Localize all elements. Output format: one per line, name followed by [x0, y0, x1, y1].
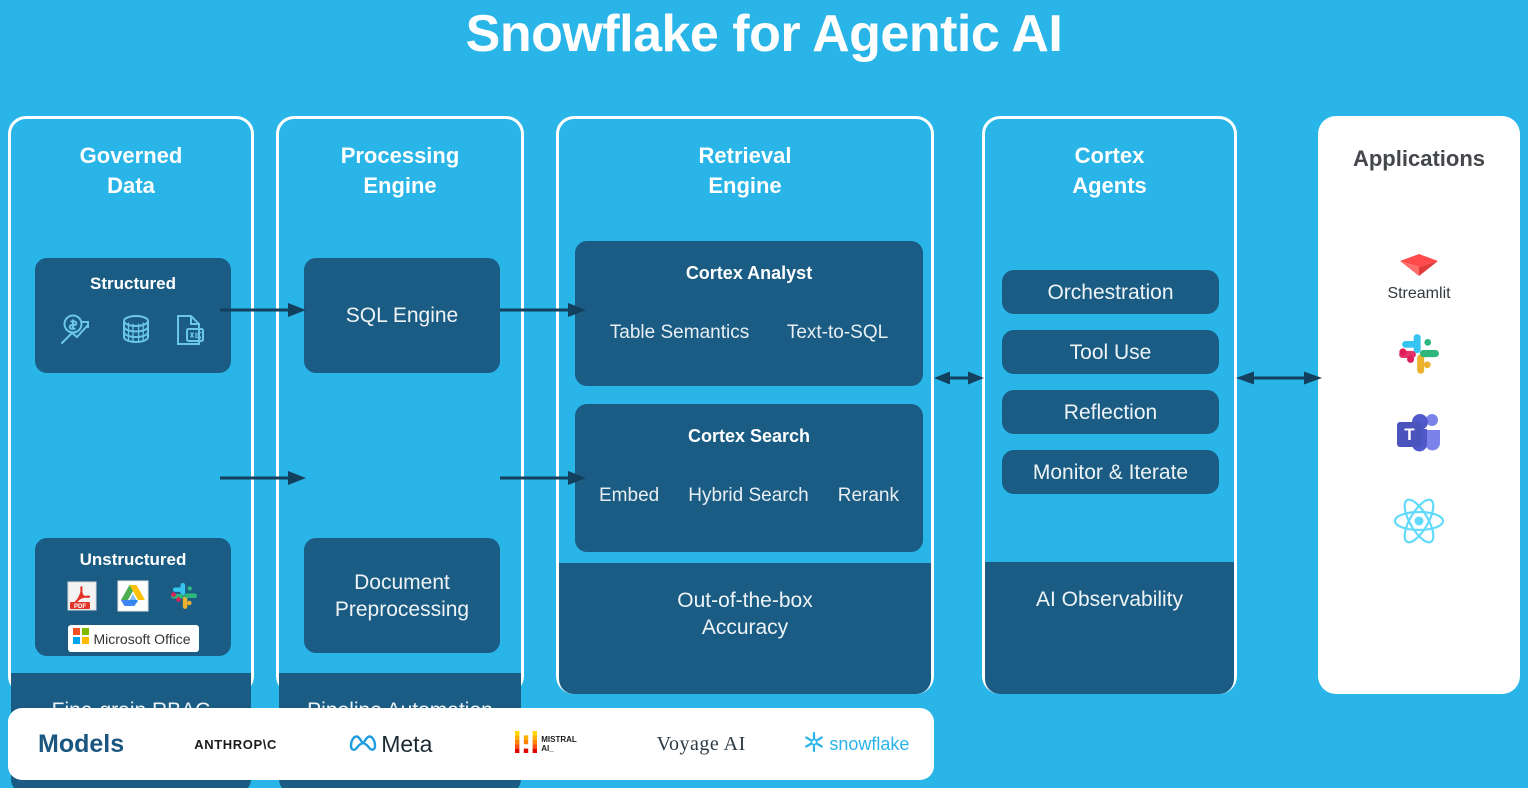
- footer-line-ai-observability: AI Observability: [1035, 588, 1184, 611]
- arrow-retrieval-to-agents: [934, 371, 984, 385]
- streamlit-icon: [1398, 254, 1440, 282]
- mistral-icon: [515, 730, 538, 758]
- microsoft-teams-icon: T: [1394, 414, 1444, 459]
- box-cortex-search-heading: Cortex Search: [687, 426, 811, 446]
- model-logo-anthropic-text: ANTHROP\C: [194, 736, 277, 752]
- agent-item-orchestration[interactable]: Orchestration: [1002, 270, 1219, 314]
- box-document-preprocessing[interactable]: Document Preprocessing: [304, 538, 500, 653]
- slack-icon: [169, 581, 199, 616]
- app-item-slack[interactable]: [1318, 331, 1520, 384]
- microsoft-office-label: Microsoft Office: [93, 630, 191, 647]
- column-cortex-agents: Cortex Agents Orchestration Tool Use Ref…: [982, 116, 1237, 694]
- agent-item-monitor-iterate[interactable]: Monitor & Iterate: [1002, 450, 1219, 494]
- model-logo-mistral[interactable]: MISTRAL AI_: [468, 730, 623, 758]
- mistral-line1: MISTRAL: [541, 735, 577, 744]
- tag-table-semantics: Table Semantics: [609, 322, 750, 343]
- column-processing-engine: Processing Engine SQL Engine Document Pr…: [276, 116, 524, 788]
- model-logo-meta[interactable]: Meta: [313, 731, 468, 758]
- column-applications: Applications Streamlit T: [1318, 116, 1520, 694]
- column-title-cortex-agents: Cortex Agents: [1072, 143, 1147, 198]
- footer-cortex-agents: AI Observability: [985, 562, 1234, 694]
- box-cortex-analyst[interactable]: Cortex Analyst Table Semantics Text-to-S…: [575, 241, 923, 386]
- tag-embed: Embed: [599, 485, 660, 506]
- agent-item-reflection[interactable]: Reflection: [1002, 390, 1219, 434]
- page-title: Snowflake for Agentic AI: [465, 5, 1063, 63]
- arrow-structured-to-sql: [220, 303, 306, 317]
- column-title-retrieval-engine: Retrieval Engine: [698, 143, 792, 198]
- column-governed-data: Governed Data Structured Unstructured PD…: [8, 116, 254, 788]
- box-structured[interactable]: Structured: [35, 258, 231, 373]
- models-bar: Models ANTHROP\C Meta MISTRAL AI_ Voyage…: [8, 708, 934, 780]
- svg-text:T: T: [1404, 425, 1415, 444]
- app-item-react[interactable]: [1318, 496, 1520, 553]
- box-structured-heading: Structured: [90, 274, 176, 293]
- column-retrieval-engine: Retrieval Engine Cortex Analyst Table Se…: [556, 116, 934, 694]
- react-icon: [1391, 498, 1447, 550]
- snowflake-icon: [803, 731, 825, 758]
- model-logo-snowflake[interactable]: snowflake: [779, 731, 934, 758]
- box-unstructured[interactable]: Unstructured PDF Microsoft Office: [35, 538, 231, 656]
- column-title-processing-engine: Processing Engine: [340, 143, 460, 198]
- tag-text-to-sql: Text-to-SQL: [786, 322, 889, 343]
- arrow-agents-to-applications: [1236, 371, 1322, 385]
- app-item-streamlit[interactable]: Streamlit: [1318, 252, 1520, 303]
- model-logo-mistral-text: MISTRAL AI_: [541, 735, 577, 753]
- models-label: Models: [38, 729, 125, 758]
- box-sql-engine[interactable]: SQL Engine: [304, 258, 500, 373]
- column-title-governed-data: Governed Data: [79, 143, 183, 198]
- footer-line-accuracy: Out-of-the-box Accuracy: [677, 589, 813, 639]
- model-logo-anthropic[interactable]: ANTHROP\C: [158, 737, 313, 752]
- unstructured-icon-row: PDF: [35, 580, 231, 617]
- box-unstructured-heading: Unstructured: [79, 550, 187, 569]
- footer-retrieval-engine: Out-of-the-box Accuracy: [559, 563, 931, 694]
- app-item-streamlit-label: Streamlit: [1387, 285, 1451, 302]
- model-logo-snowflake-text: snowflake: [829, 733, 910, 754]
- database-icon: [119, 313, 153, 352]
- google-drive-icon: [117, 580, 149, 617]
- column-title-applications: Applications: [1352, 146, 1485, 171]
- pdf-icon: PDF: [67, 581, 97, 616]
- slack-icon: [1396, 334, 1442, 381]
- box-cortex-search[interactable]: Cortex Search Embed Hybrid Search Rerank: [575, 404, 923, 552]
- model-logo-voyage-ai-text: Voyage AI: [656, 732, 746, 755]
- app-item-microsoft-teams[interactable]: T: [1318, 411, 1520, 462]
- box-sql-engine-label: SQL Engine: [345, 304, 459, 327]
- mistral-line2: AI_: [541, 744, 554, 753]
- microsoft-office-badge: Microsoft Office: [35, 625, 231, 652]
- arrow-unstructured-to-docprep: [220, 471, 306, 485]
- tag-rerank: Rerank: [837, 485, 899, 506]
- agent-item-orchestration-label: Orchestration: [1047, 280, 1174, 304]
- agent-item-tool-use[interactable]: Tool Use: [1002, 330, 1219, 374]
- arrow-docprep-to-search: [500, 471, 586, 485]
- agent-item-reflection-label: Reflection: [1063, 400, 1158, 424]
- tag-hybrid-search: Hybrid Search: [688, 485, 809, 506]
- box-cortex-analyst-heading: Cortex Analyst: [685, 263, 813, 283]
- agent-item-tool-use-label: Tool Use: [1069, 340, 1152, 364]
- financial-growth-icon: [59, 313, 97, 352]
- box-document-preprocessing-label: Document Preprocessing: [334, 570, 470, 621]
- meta-infinity-icon: [349, 733, 377, 756]
- model-logo-voyage-ai[interactable]: Voyage AI: [624, 733, 779, 756]
- svg-text:PDF: PDF: [74, 604, 86, 610]
- structured-icon-row: [35, 312, 231, 353]
- arrow-sql-to-analyst: [500, 303, 586, 317]
- model-logo-meta-text: Meta: [381, 730, 433, 757]
- diagram-root: Snowflake for Agentic AI Governed Data S…: [0, 0, 1528, 788]
- agent-item-monitor-iterate-label: Monitor & Iterate: [1032, 460, 1189, 484]
- microsoft-office-icon: [72, 628, 89, 649]
- xls-file-icon: [175, 312, 207, 353]
